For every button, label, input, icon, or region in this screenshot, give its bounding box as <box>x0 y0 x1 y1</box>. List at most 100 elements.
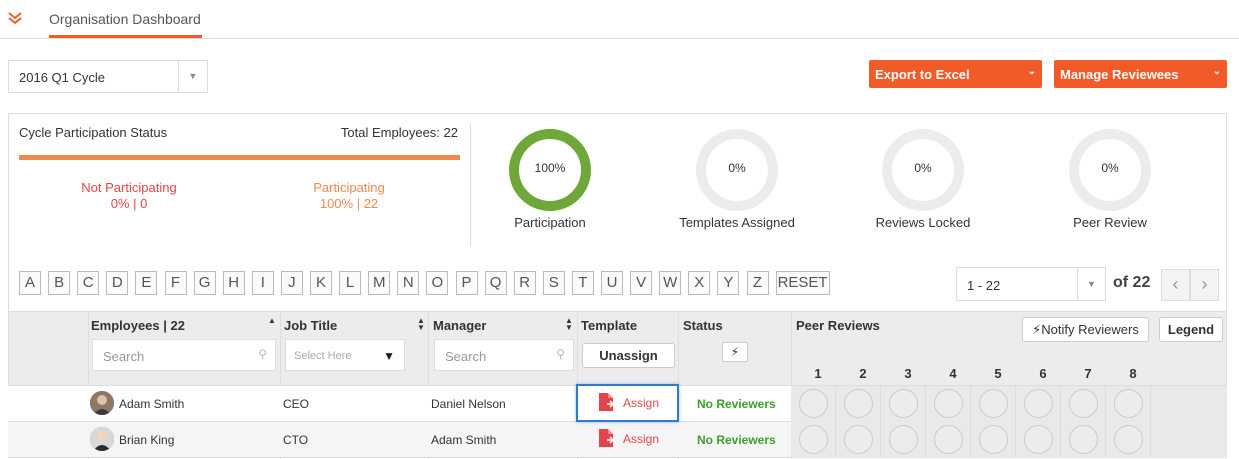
peer-slot[interactable] <box>889 389 918 418</box>
letter-filter-y[interactable]: Y <box>717 271 740 295</box>
letter-filter-f[interactable]: F <box>164 271 187 295</box>
reset-filter-button[interactable]: RESET <box>775 271 830 295</box>
peer-column-number: 5 <box>994 366 1002 381</box>
letter-filter-j[interactable]: J <box>280 271 303 295</box>
status-badge: No Reviewers <box>697 433 776 447</box>
job-title-filter-select[interactable]: Select Here ▼ <box>285 339 405 371</box>
sort-icon[interactable]: ▲ ▼ <box>417 317 425 332</box>
employee-name[interactable]: Brian King <box>119 433 174 447</box>
participation-bar <box>19 155 460 160</box>
participating-value: 100% | 22 <box>319 196 379 211</box>
peer-column-number: 7 <box>1084 366 1092 381</box>
lightning-icon[interactable]: ⚡︎ <box>722 342 748 362</box>
peer-slot[interactable] <box>799 425 828 454</box>
sort-asc-icon[interactable]: ▲ <box>268 317 276 325</box>
letter-filter-h[interactable]: H <box>222 271 245 295</box>
panel-title: Cycle Participation Status <box>19 125 168 140</box>
cell-divider <box>925 422 926 458</box>
peer-column-number: 1 <box>814 366 822 381</box>
legend-button[interactable]: Legend <box>1159 317 1223 342</box>
page-range-select[interactable]: 1 - 22 ▼ <box>956 267 1106 301</box>
peer-slot[interactable] <box>1069 389 1098 418</box>
page-total: of 22 <box>1113 274 1151 291</box>
cycle-select-value: 2016 Q1 Cycle <box>19 70 105 85</box>
caret-down-icon: ▼ <box>383 349 395 363</box>
letter-filter-i[interactable]: I <box>251 271 274 295</box>
employee-search-input[interactable]: Search ⚲ <box>92 339 276 371</box>
peer-slot[interactable] <box>799 389 828 418</box>
manager-name: Daniel Nelson <box>431 397 506 411</box>
letter-filter-d[interactable]: D <box>106 271 129 295</box>
letter-filter-g[interactable]: G <box>193 271 216 295</box>
avatar[interactable] <box>90 427 114 451</box>
peer-slot[interactable] <box>1069 425 1098 454</box>
notify-reviewers-button[interactable]: ⚡︎Notify Reviewers <box>1022 317 1149 342</box>
letter-filter-v[interactable]: V <box>630 271 653 295</box>
peer-slot[interactable] <box>979 389 1008 418</box>
letter-filter-s[interactable]: S <box>542 271 565 295</box>
peer-slot[interactable] <box>979 425 1008 454</box>
peer-slot[interactable] <box>1114 389 1143 418</box>
donut-label: Peer Review <box>1073 215 1147 230</box>
peer-slot[interactable] <box>1114 425 1143 454</box>
job-title: CEO <box>283 397 310 411</box>
letter-filter-u[interactable]: U <box>601 271 623 295</box>
unassign-button[interactable]: Unassign <box>582 343 675 368</box>
letter-filter-l[interactable]: L <box>339 271 362 295</box>
letter-filter-p[interactable]: P <box>455 271 478 295</box>
peer-slot[interactable] <box>1024 425 1053 454</box>
letter-filter-a[interactable]: A <box>19 271 41 295</box>
letter-filter-w[interactable]: W <box>659 271 682 295</box>
cell-divider <box>835 422 836 458</box>
letter-filter-n[interactable]: N <box>397 271 420 295</box>
peer-slot[interactable] <box>844 389 873 418</box>
letter-filter-b[interactable]: B <box>48 271 71 295</box>
donut-value: 0% <box>1101 161 1119 175</box>
cell-divider <box>835 386 836 422</box>
table-row: Brian King CTO Adam Smith Assign No Revi… <box>8 422 1227 458</box>
manage-reviewees-button[interactable]: Manage Reviewees ⌄ <box>1054 60 1227 88</box>
peer-column-number: 4 <box>949 366 957 381</box>
avatar[interactable] <box>90 391 114 415</box>
sort-icon[interactable]: ▲ ▼ <box>565 317 573 332</box>
job-title-header[interactable]: Job Title <box>284 318 337 333</box>
cycle-select[interactable]: 2016 Q1 Cycle ▼ <box>8 60 208 93</box>
letter-filter-c[interactable]: C <box>77 271 100 295</box>
peer-slot[interactable] <box>889 425 918 454</box>
letter-filter-q[interactable]: Q <box>484 271 507 295</box>
participating-label[interactable]: Participating <box>269 180 429 195</box>
cell-divider <box>1150 386 1151 422</box>
peer-column-number: 8 <box>1129 366 1137 381</box>
letter-filter-k[interactable]: K <box>310 271 332 295</box>
export-label: Export to Excel <box>875 67 970 82</box>
employees-header[interactable]: Employees | 22 <box>91 318 185 333</box>
manager-search-input[interactable]: Search ⚲ <box>434 339 574 371</box>
export-to-excel-button[interactable]: Export to Excel ⌄ <box>869 60 1042 88</box>
employee-name[interactable]: Adam Smith <box>119 397 184 411</box>
letter-filter-x[interactable]: X <box>688 271 711 295</box>
peer-slot[interactable] <box>934 389 963 418</box>
next-page-button[interactable]: › <box>1190 269 1219 301</box>
assign-label: Assign <box>623 432 660 446</box>
letter-filter-e[interactable]: E <box>135 271 158 295</box>
letter-filter-t[interactable]: T <box>571 271 594 295</box>
peer-slot[interactable] <box>934 425 963 454</box>
letter-filter-z[interactable]: Z <box>746 271 769 295</box>
letter-filter-m[interactable]: M <box>368 271 391 295</box>
cell-divider <box>1015 386 1016 422</box>
letter-filter-o[interactable]: O <box>426 271 449 295</box>
peer-slot[interactable] <box>1024 389 1053 418</box>
total-employees: Total Employees: 22 <box>340 125 458 140</box>
double-chevron-down-icon[interactable] <box>7 10 23 26</box>
assign-template-button[interactable]: Assign <box>598 428 668 450</box>
manager-header[interactable]: Manager <box>433 318 486 333</box>
letter-filter-r[interactable]: R <box>513 271 536 295</box>
chevron-down-icon: ⌄ <box>1027 66 1036 77</box>
peer-review-cells <box>791 386 1227 422</box>
focused-template-cell <box>576 384 679 422</box>
prev-page-button[interactable]: ‹ <box>1161 269 1190 301</box>
peer-slot[interactable] <box>844 425 873 454</box>
tab-organisation-dashboard[interactable]: Organisation Dashboard <box>49 11 202 38</box>
not-participating-label[interactable]: Not Participating <box>49 180 209 195</box>
cell-divider <box>1060 386 1061 422</box>
